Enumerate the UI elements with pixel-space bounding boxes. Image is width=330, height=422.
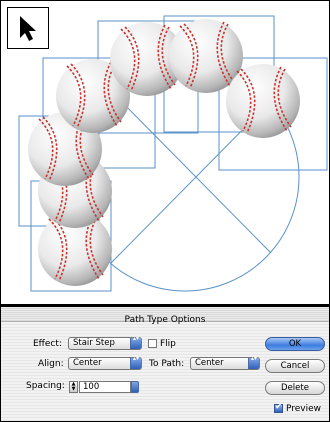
baseball-7 bbox=[225, 63, 301, 139]
cancel-button[interactable]: Cancel bbox=[265, 359, 325, 373]
dialog-title: Path Type Options bbox=[124, 315, 206, 325]
dialog-titlebar[interactable]: Path Type Options bbox=[1, 307, 329, 325]
chevron-updown-icon bbox=[130, 336, 141, 349]
path-type-artwork[interactable] bbox=[1, 1, 330, 306]
to-path-label: To Path: bbox=[149, 359, 185, 369]
align-select-value: Center bbox=[73, 358, 102, 368]
spacing-label: Spacing: bbox=[26, 381, 65, 391]
flip-label: Flip bbox=[160, 339, 176, 349]
delete-button[interactable]: Delete bbox=[265, 381, 325, 395]
to-path-select-value: Center bbox=[195, 358, 224, 368]
selection-tool-box[interactable] bbox=[7, 7, 49, 49]
align-select[interactable]: Center bbox=[68, 356, 142, 370]
to-path-select[interactable]: Center bbox=[190, 356, 260, 370]
path-type-options-dialog: Path Type Options Effect: Stair Step Fli… bbox=[0, 305, 330, 422]
chevron-updown-icon bbox=[248, 356, 259, 369]
chevron-updown-icon bbox=[130, 356, 141, 369]
effect-select-value: Stair Step bbox=[73, 338, 115, 348]
effect-label: Effect: bbox=[33, 339, 62, 349]
effect-select[interactable]: Stair Step bbox=[68, 336, 142, 350]
preview-checkbox[interactable] bbox=[274, 402, 283, 413]
artboard[interactable] bbox=[0, 0, 330, 305]
preview-label: Preview bbox=[286, 404, 322, 414]
spacing-menu-arrow-icon[interactable] bbox=[131, 381, 139, 393]
selection-arrow-icon bbox=[20, 16, 36, 41]
flip-checkbox[interactable] bbox=[148, 339, 157, 348]
spacing-stepper[interactable]: ▲ ▼ bbox=[69, 381, 78, 393]
align-label: Align: bbox=[38, 359, 64, 369]
spacing-input[interactable]: 100 bbox=[79, 381, 131, 393]
ok-button[interactable]: OK bbox=[265, 337, 325, 351]
